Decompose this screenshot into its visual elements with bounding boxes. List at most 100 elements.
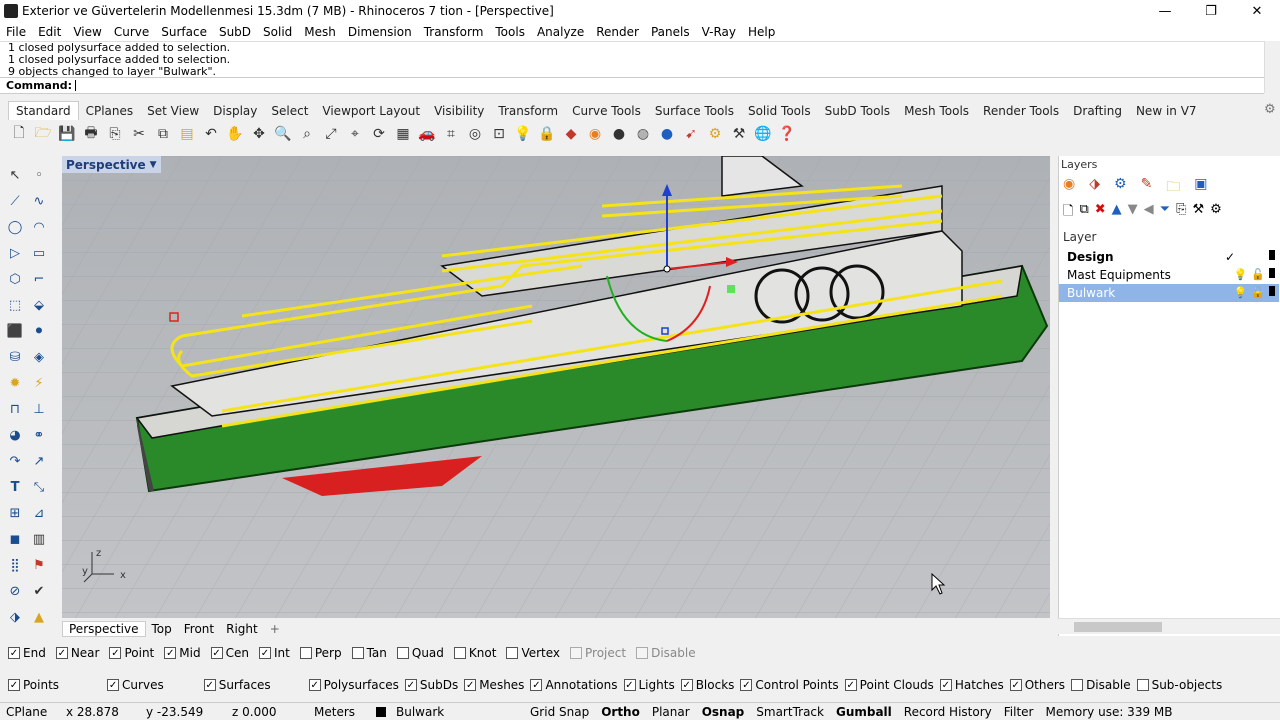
hatch-icon[interactable]: ▥ <box>28 528 50 550</box>
tab-cplanes[interactable]: CPlanes <box>79 102 141 120</box>
material-tool-icon[interactable]: ▲ <box>28 606 50 628</box>
more-icon[interactable]: ⚙ <box>1210 202 1222 224</box>
minimize-button[interactable]: — <box>1142 0 1188 22</box>
polygon-icon[interactable]: ⬡ <box>4 268 26 290</box>
curve-icon[interactable]: ∿ <box>28 190 50 212</box>
smarttrack-toggle[interactable]: SmartTrack <box>750 705 830 719</box>
gumball-toggle[interactable]: Gumball <box>830 705 898 719</box>
perspective-viewport[interactable]: z x y <box>62 156 1050 618</box>
cut-icon[interactable]: ✂ <box>128 123 150 145</box>
tab-standard[interactable]: Standard <box>8 101 79 120</box>
sphere-icon[interactable]: ● <box>656 123 678 145</box>
color-swatch[interactable] <box>1269 250 1275 260</box>
surface-icon[interactable]: ⬚ <box>4 294 26 316</box>
help-icon[interactable]: ❓ <box>776 123 798 145</box>
checkbox-icon[interactable]: ✓ <box>680 679 693 691</box>
checkbox-icon[interactable]: ✓ <box>203 679 216 691</box>
triangle-icon[interactable]: ▷ <box>4 242 26 264</box>
box-icon[interactable]: ⬛ <box>4 320 26 342</box>
current-layer[interactable]: Bulwark <box>370 705 524 719</box>
tab-curve-tools[interactable]: Curve Tools <box>565 102 648 120</box>
menu-transform[interactable]: Transform <box>418 25 490 39</box>
filter-polysurfaces[interactable]: ✓ Polysurfaces <box>308 678 399 692</box>
filter-blocks[interactable]: ✓ Blocks <box>680 678 734 692</box>
vp-tab-perspective[interactable]: Perspective <box>62 621 146 637</box>
checkbox-icon[interactable]: ✓ <box>164 647 177 659</box>
checkbox-icon[interactable]: ✓ <box>107 679 120 691</box>
move-up-icon[interactable]: ▲ <box>1112 202 1122 224</box>
lock-icon[interactable]: 🔓 <box>1251 268 1265 281</box>
checkbox-icon[interactable]: ✓ <box>740 679 753 691</box>
osnap-cen[interactable]: ✓ Cen <box>210 646 249 660</box>
tab-solid-tools[interactable]: Solid Tools <box>741 102 818 120</box>
gear-icon[interactable]: ⚙ <box>704 123 726 145</box>
units-label[interactable]: Meters <box>308 705 370 719</box>
checkbox-icon[interactable] <box>636 647 649 659</box>
paste-icon[interactable]: ▤ <box>176 123 198 145</box>
checkbox-icon[interactable]: ✓ <box>530 679 543 691</box>
ortho-toggle[interactable]: Ortho <box>595 705 646 719</box>
transform-gear-icon[interactable]: ✹ <box>4 372 26 394</box>
mirror-icon[interactable]: ⚑ <box>28 554 50 576</box>
dimension-icon[interactable]: ⤡ <box>28 476 50 498</box>
undo-icon[interactable]: ↶ <box>200 123 222 145</box>
menu-panels[interactable]: Panels <box>645 25 696 39</box>
open-icon[interactable]: 🗁 <box>32 123 54 145</box>
layer-tab-icon[interactable]: ⬗ <box>1089 176 1100 200</box>
color-swatch[interactable] <box>1269 286 1275 296</box>
named-view-icon[interactable]: ⊡ <box>488 123 510 145</box>
tab-new-in-v7[interactable]: New in V7 <box>1129 102 1204 120</box>
analyze-icon[interactable]: ⊿ <box>28 502 50 524</box>
tab-display[interactable]: Display <box>206 102 264 120</box>
command-scrollbar[interactable] <box>1264 41 1280 93</box>
rectangle-icon[interactable]: ▭ <box>28 242 50 264</box>
import-icon[interactable]: ⎘ <box>104 123 126 145</box>
loft-icon[interactable]: ⬙ <box>28 294 50 316</box>
osnap-disable[interactable]: Disable <box>636 646 696 660</box>
rotate-icon[interactable]: ⟳ <box>368 123 390 145</box>
osnap-perp[interactable]: Perp <box>299 646 342 660</box>
checkbox-icon[interactable]: ✓ <box>939 679 952 691</box>
filter-annotations[interactable]: ✓ Annotations <box>530 678 618 692</box>
menu-render[interactable]: Render <box>590 25 645 39</box>
osnap-mid[interactable]: ✓ Mid <box>164 646 201 660</box>
globe-icon[interactable]: 🌐 <box>752 123 774 145</box>
cube-icon[interactable]: ◼ <box>4 528 26 550</box>
fillet-icon[interactable]: ⌐ <box>28 268 50 290</box>
menu-vray[interactable]: V-Ray <box>696 25 742 39</box>
checkbox-icon[interactable]: ✓ <box>404 679 417 691</box>
split-icon[interactable]: ⚡ <box>28 372 50 394</box>
color-icon[interactable]: ◉ <box>584 123 606 145</box>
color-swatch[interactable] <box>1269 268 1275 278</box>
close-button[interactable]: ✕ <box>1234 0 1280 22</box>
add-viewport-button[interactable]: + <box>264 622 286 636</box>
vp-tab-top[interactable]: Top <box>146 622 178 636</box>
viewport-layout-icon[interactable]: ▦ <box>392 123 414 145</box>
settings-gear-icon[interactable]: ⚙ <box>1264 102 1276 117</box>
lightbulb-icon[interactable]: 💡 <box>1234 268 1248 281</box>
checkbox-icon[interactable] <box>1136 679 1149 691</box>
cylinder-icon[interactable]: ⛁ <box>4 346 26 368</box>
command-history[interactable]: 1 closed polysurface added to selection.… <box>0 41 1264 77</box>
filter-point-clouds[interactable]: ✓ Point Clouds <box>844 678 934 692</box>
named-views-icon[interactable]: ▣ <box>1194 176 1207 200</box>
tab-surface-tools[interactable]: Surface Tools <box>648 102 741 120</box>
filter-hatches[interactable]: ✓ Hatches <box>939 678 1004 692</box>
tab-visibility[interactable]: Visibility <box>427 102 491 120</box>
filter-meshes[interactable]: ✓ Meshes <box>464 678 524 692</box>
properties-icon[interactable]: ⚙ <box>1114 176 1127 200</box>
osnap-end[interactable]: ✓ End <box>8 646 46 660</box>
checkbox-icon[interactable]: ✓ <box>55 647 68 659</box>
extrude-icon[interactable]: ⊥ <box>28 398 50 420</box>
menu-curve[interactable]: Curve <box>108 25 155 39</box>
layer-row-mast-equipments[interactable]: Mast Equipments 💡 🔓 <box>1059 266 1279 284</box>
planar-toggle[interactable]: Planar <box>646 705 696 719</box>
checkbox-icon[interactable]: ✓ <box>258 647 271 659</box>
options-icon[interactable]: ⚒ <box>728 123 750 145</box>
print-icon[interactable]: 🖶 <box>80 123 102 145</box>
zoom-selected-icon[interactable]: ⌖ <box>344 123 366 145</box>
filter-sub-objects[interactable]: Sub-objects <box>1136 678 1222 692</box>
filter-toggle[interactable]: Filter <box>998 705 1040 719</box>
checkbox-icon[interactable]: ✓ <box>8 647 20 659</box>
delete-layer-icon[interactable]: ✖ <box>1095 202 1106 224</box>
